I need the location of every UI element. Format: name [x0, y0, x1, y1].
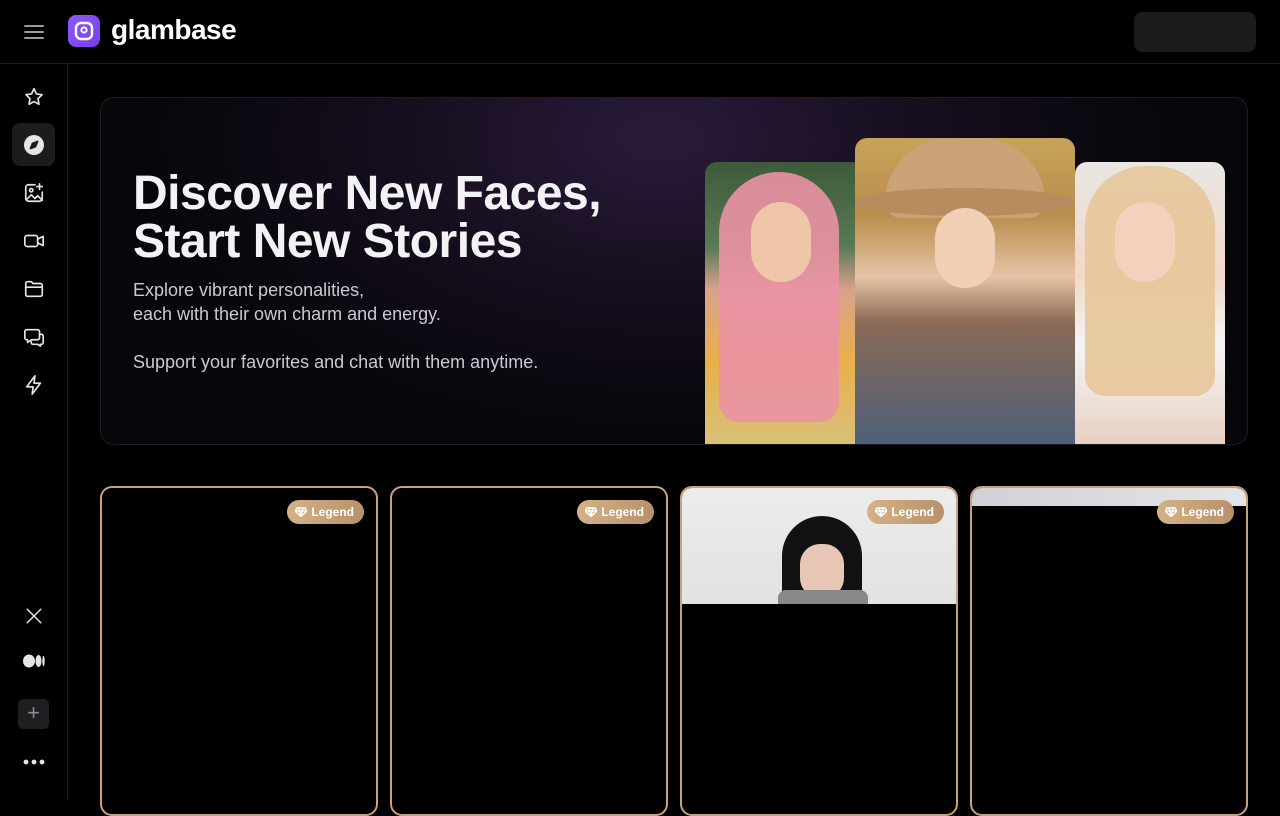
logo-icon[interactable]: [68, 15, 100, 47]
creator-card[interactable]: Legend: [100, 486, 378, 816]
top-bar: glambase: [0, 0, 1280, 64]
add-button[interactable]: +: [18, 699, 49, 729]
gem-icon: [585, 507, 598, 517]
sidebar-item-boost[interactable]: [12, 363, 55, 406]
x-icon: [26, 608, 41, 623]
legend-badge: Legend: [867, 500, 944, 524]
x-social-link[interactable]: [12, 594, 55, 637]
menu-icon[interactable]: [22, 22, 46, 42]
image-sparkle-icon: [24, 182, 43, 202]
folder-icon: [24, 280, 43, 297]
creator-card[interactable]: Legend: [970, 486, 1248, 816]
more-button[interactable]: [12, 740, 55, 783]
chat-icon: [23, 328, 44, 347]
medium-social-link[interactable]: [12, 639, 55, 682]
compass-icon: [23, 134, 44, 155]
account-button[interactable]: [1134, 12, 1256, 52]
sidebar-item-discover[interactable]: [12, 123, 55, 166]
hero-subtitle-line-3: Support your favorites and chat with the…: [133, 352, 539, 372]
legend-badge: Legend: [1157, 500, 1234, 524]
legend-badge: Legend: [287, 500, 364, 524]
hero-subtitle-line-2: each with their own charm and energy.: [133, 304, 441, 324]
lightning-icon: [25, 374, 41, 395]
hero-portrait-blonde: [1075, 162, 1225, 444]
hero-portrait-pink-hair: [705, 162, 865, 444]
creator-card[interactable]: Legend: [680, 486, 958, 816]
hero-title-line-1: Discover New Faces,: [133, 167, 602, 220]
hero-title: Discover New Faces, Start New Stories: [133, 170, 693, 266]
hero-portrait-cowboy-hat: [855, 138, 1075, 444]
sidebar-item-favorites[interactable]: [12, 75, 55, 118]
creator-card[interactable]: Legend: [390, 486, 668, 816]
video-icon: [23, 234, 44, 247]
hero-banner: Discover New Faces, Start New Stories Ex…: [100, 97, 1248, 445]
hero-subtitle: Explore vibrant personalities, each with…: [133, 278, 538, 374]
sidebar-item-chat[interactable]: [12, 315, 55, 358]
legend-badge: Legend: [577, 500, 654, 524]
sidebar: +: [0, 64, 68, 800]
hero-title-line-2: Start New Stories: [133, 215, 522, 268]
medium-icon: [22, 654, 45, 667]
gem-icon: [1165, 507, 1178, 517]
gem-icon: [295, 507, 308, 517]
sidebar-item-generate-image[interactable]: [12, 171, 55, 214]
sidebar-item-video[interactable]: [12, 219, 55, 262]
hero-subtitle-line-1: Explore vibrant personalities,: [133, 280, 365, 300]
gem-icon: [875, 507, 888, 517]
more-icon: [23, 759, 44, 764]
brand-name[interactable]: glambase: [111, 12, 237, 48]
star-icon: [24, 87, 43, 105]
sidebar-item-folder[interactable]: [12, 267, 55, 310]
